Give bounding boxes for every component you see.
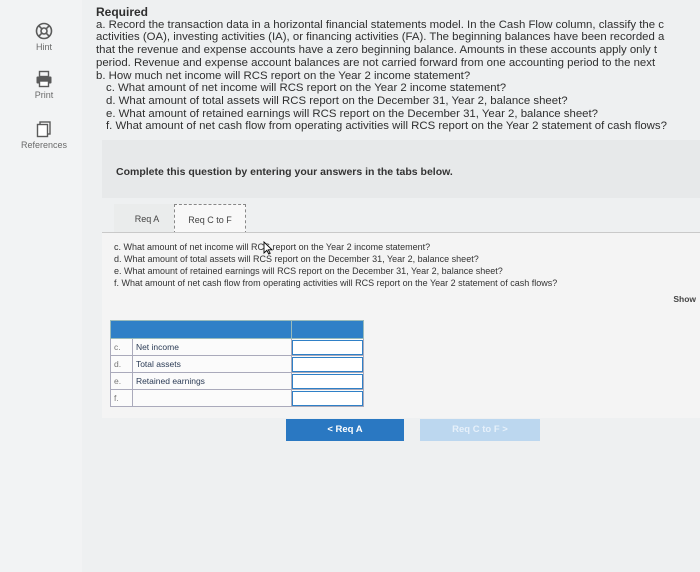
required-line-a1: a. Record the transaction data in a hori… [96,18,664,31]
row-label[interactable] [131,389,293,407]
sidebar-item-label: References [20,140,68,150]
question-d: d. What amount of total assets will RCS … [114,254,479,264]
required-line-a2: activities (OA), investing activities (I… [96,31,665,44]
table-row: f. [110,389,364,407]
sidebar-item-references[interactable]: References [0,120,88,150]
answer-table: c. Net income d. Total assets e. Retaine… [109,320,364,407]
mouse-cursor-icon [263,241,273,255]
hint-icon [35,22,53,40]
left-rail: Hint Print References [0,0,82,572]
row-letter: c. [110,338,133,356]
table-header [109,320,293,339]
row-letter: e. [110,372,133,390]
required-instructions: Required a. Record the transaction data … [96,6,700,133]
table-row: e. Retained earnings [110,372,364,390]
instruction-text: Complete this question by entering your … [116,166,453,178]
row-letter: f. [110,389,133,407]
required-line-c: c. What amount of net income will RCS re… [106,82,507,95]
required-line-b: b. How much net income will RCS report o… [96,69,471,82]
table-header-row [109,320,364,339]
table-row: d. Total assets [110,355,364,373]
table-header-value [291,320,364,339]
net-income-input[interactable] [292,339,363,355]
question-list: c. What amount of net income will RCS re… [114,241,557,289]
instruction-panel: Complete this question by entering your … [102,140,700,198]
sidebar-item-label: Hint [35,42,52,52]
references-icon [36,121,51,138]
question-f: f. What amount of net cash flow from ope… [114,278,558,288]
required-heading: Required [96,6,149,19]
row-label: Net income [131,338,293,356]
tab-req-c-to-f[interactable]: Req C to F [174,204,246,234]
required-line-a4: period. Revenue and expense account bala… [96,56,656,69]
print-icon [36,70,52,88]
question-e: e. What amount of retained earnings will… [114,266,503,276]
tab-req-a[interactable]: Req A [114,204,180,234]
sidebar-item-label: Print [34,90,54,100]
next-req-c-to-f-button[interactable]: Req C to F > [420,419,540,441]
sidebar-item-hint[interactable]: Hint [0,22,88,52]
row-label: Retained earnings [131,372,293,390]
net-cash-flow-input[interactable] [292,390,363,406]
row-label: Total assets [131,355,293,373]
required-line-f: f. What amount of net cash flow from ope… [106,120,667,133]
required-line-a3: that the revenue and expense accounts ha… [96,44,658,57]
sidebar-item-print[interactable]: Print [0,70,88,100]
table-row: c. Net income [110,338,364,356]
required-line-e: e. What amount of retained earnings will… [106,107,598,120]
question-c: c. What amount of net income will RCS re… [114,242,431,252]
required-line-d: d. What amount of total assets will RCS … [106,94,568,107]
prev-req-a-button[interactable]: < Req A [286,419,404,441]
total-assets-input[interactable] [292,356,363,372]
show-link[interactable]: Show [673,294,696,304]
row-letter: d. [110,355,133,373]
main-content: Required a. Record the transaction data … [88,0,700,572]
retained-earnings-input[interactable] [292,373,363,389]
